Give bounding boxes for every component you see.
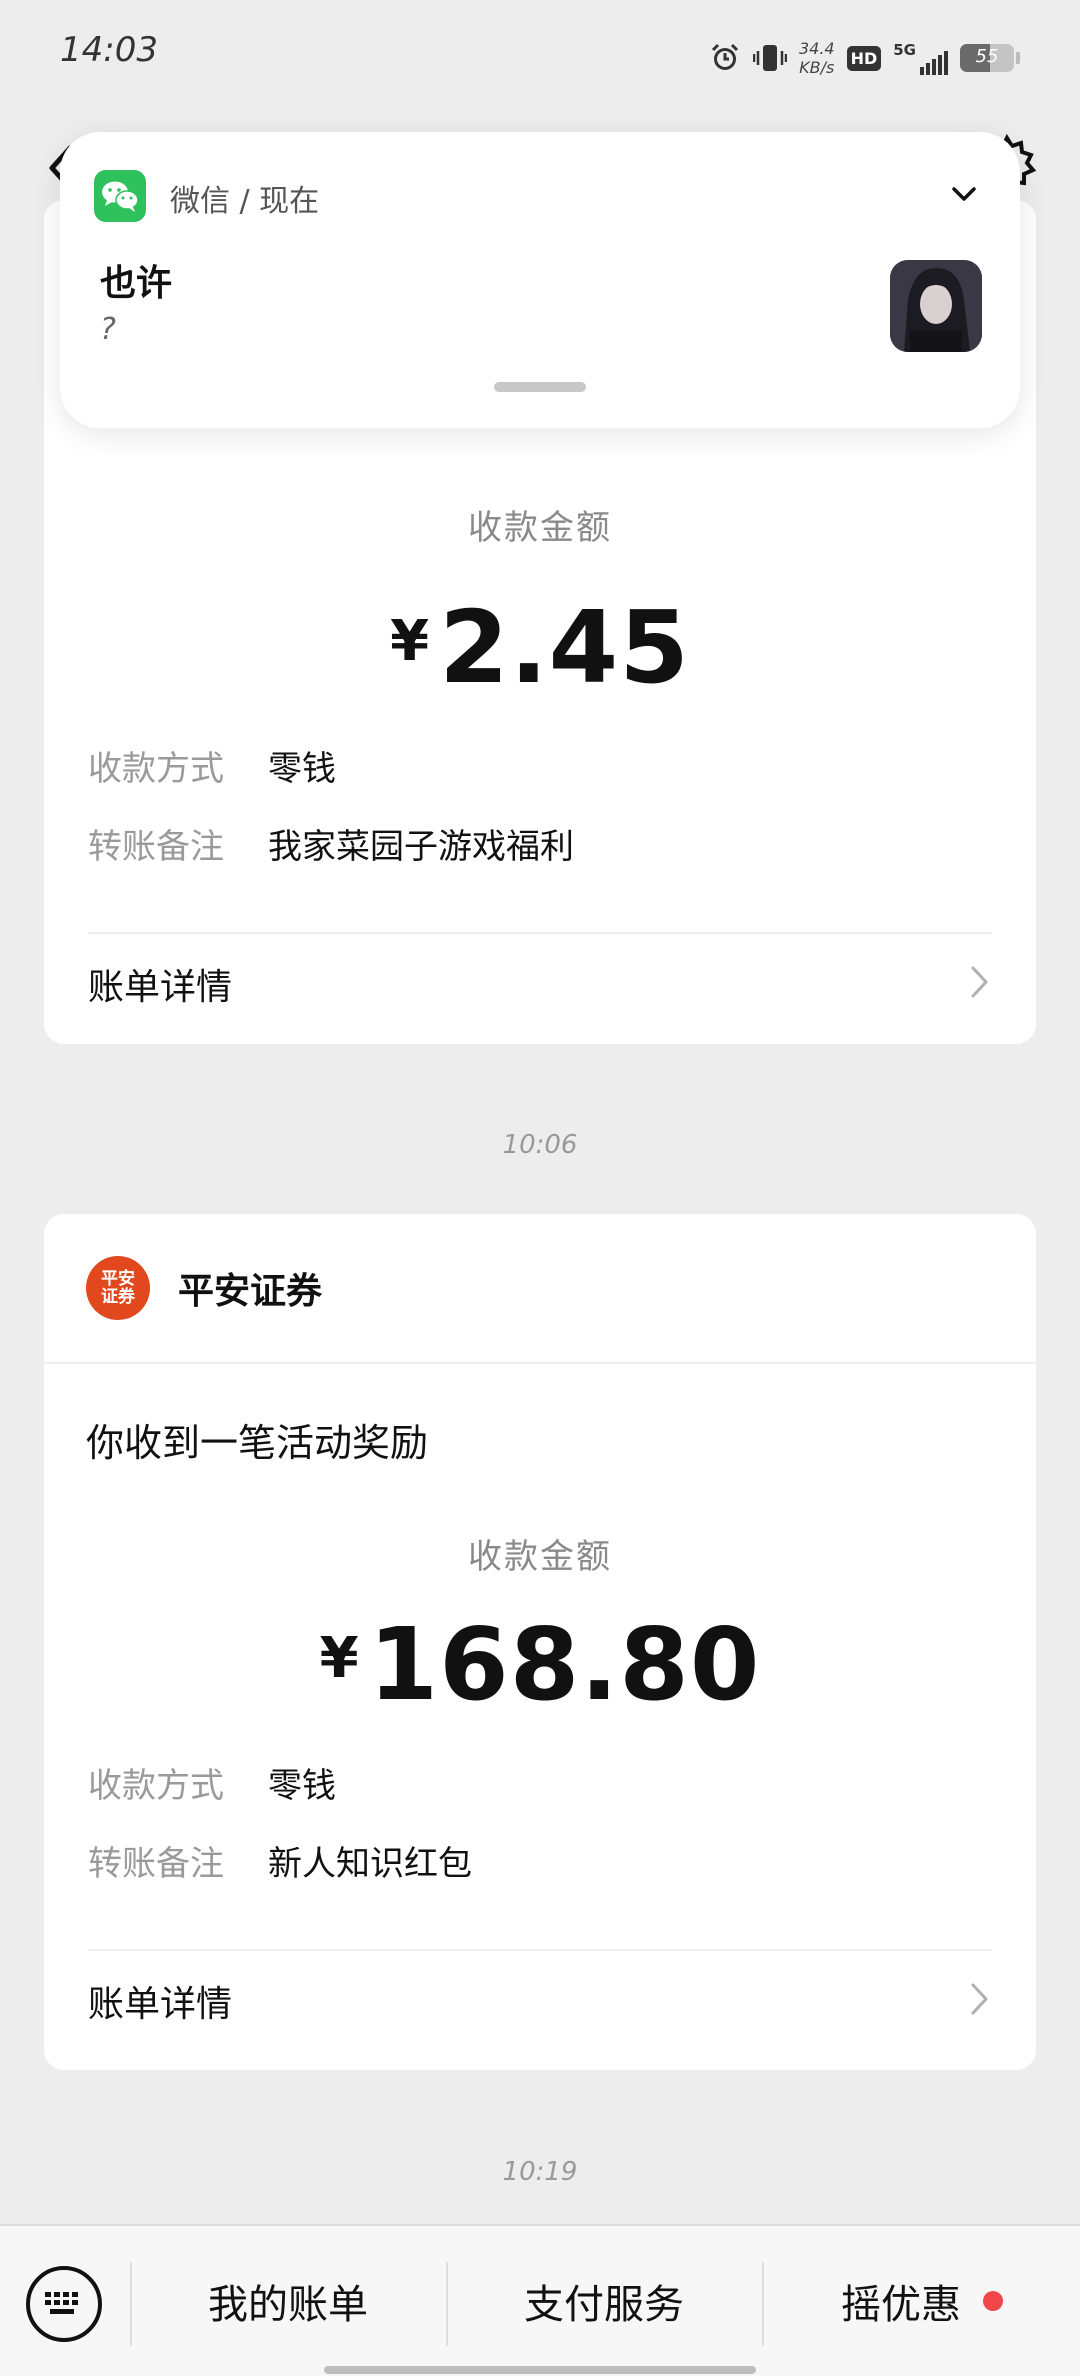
- chevron-right-icon: [968, 1979, 992, 2023]
- status-time: 14:03: [60, 30, 158, 70]
- status-icons: 34.4 KB/s HD 5G 55: [709, 36, 1020, 80]
- tab-my-bills-label: 我的账单: [208, 2282, 368, 2328]
- tab-my-bills[interactable]: 我的账单: [132, 2226, 444, 2376]
- card-subtitle: 你收到一笔活动奖励: [86, 1421, 429, 1465]
- signal-icon: 5G: [893, 41, 948, 75]
- merchant-logo-line2: 证券: [101, 1287, 135, 1307]
- home-indicator[interactable]: [324, 2366, 756, 2374]
- remark-row: 转账备注 新人知识红包: [44, 1821, 1036, 1899]
- status-bar: 14:03 34.4 KB/s HD 5G 55: [0, 0, 1080, 110]
- chevron-down-icon[interactable]: [946, 176, 982, 212]
- vibrate-icon: [752, 41, 787, 75]
- bill-detail-row[interactable]: 账单详情: [44, 934, 1036, 1034]
- hd-badge: HD: [846, 45, 882, 71]
- remark-value: 我家菜园子游戏福利: [268, 826, 574, 867]
- remark-key: 转账备注: [88, 1843, 224, 1884]
- tab-shake-deals[interactable]: 摇优惠: [764, 2226, 1080, 2376]
- network-speed-unit: KB/s: [799, 58, 835, 77]
- payment-method-row: 收款方式 零钱: [44, 1743, 1036, 1821]
- amount: ¥ 2.45: [44, 589, 1036, 706]
- message-notification[interactable]: 微信 / 现在 也许 ?: [60, 132, 1020, 428]
- network-speed-value: 34.4: [798, 39, 835, 58]
- drag-handle[interactable]: [494, 382, 586, 392]
- bottom-bar: 我的账单 支付服务 摇优惠: [0, 2224, 1080, 2376]
- tab-payment-services-label: 支付服务: [524, 2282, 684, 2328]
- tab-payment-services[interactable]: 支付服务: [448, 2226, 760, 2376]
- merchant-name[interactable]: 平安证券: [178, 1262, 322, 1314]
- bill-detail-label: 账单详情: [88, 967, 233, 1008]
- currency-symbol: ¥: [390, 609, 430, 674]
- battery-icon: 55: [960, 44, 1014, 72]
- notification-app-name: 微信 / 现在: [170, 184, 320, 219]
- tab-shake-deals-label: 摇优惠: [841, 2282, 961, 2328]
- payment-method-key: 收款方式: [88, 748, 224, 789]
- remark-value: 新人知识红包: [268, 1843, 472, 1884]
- currency-symbol: ¥: [319, 1626, 359, 1691]
- network-speed: 34.4 KB/s: [799, 39, 835, 77]
- amount-label: 收款金额: [468, 1537, 612, 1577]
- remark-row: 转账备注 我家菜园子游戏福利: [44, 804, 1036, 882]
- time-label: 10:06: [502, 1130, 578, 1160]
- bill-detail-label: 账单详情: [88, 1984, 233, 2025]
- amount: ¥ 168.80: [44, 1606, 1036, 1723]
- alarm-icon: [709, 42, 741, 74]
- wechat-icon: [94, 170, 146, 222]
- payment-method-row: 收款方式 零钱: [44, 726, 1036, 804]
- payment-method-value: 零钱: [268, 1765, 336, 1806]
- notification-sender: 也许: [100, 263, 173, 304]
- time-label: 10:19: [502, 2157, 578, 2187]
- bill-detail-row[interactable]: 账单详情: [44, 1951, 1036, 2051]
- battery-level: 55: [975, 46, 999, 67]
- battery-cap: [1016, 52, 1020, 64]
- amount-value: 168.80: [368, 1606, 761, 1723]
- payment-method-key: 收款方式: [88, 1765, 224, 1806]
- merchant-logo-line1: 平安: [101, 1269, 135, 1289]
- card-header: 平安 证券 平安证券: [44, 1214, 1036, 1364]
- remark-key: 转账备注: [88, 826, 224, 867]
- transaction-card: 平安 证券 平安证券 你收到一笔活动奖励 收款金额 ¥ 168.80 收款方式 …: [44, 1214, 1036, 2070]
- network-type: 5G: [893, 41, 916, 59]
- amount-value: 2.45: [439, 589, 690, 706]
- notification-dot: [983, 2291, 1003, 2311]
- avatar: [890, 260, 982, 352]
- amount-label: 收款金额: [468, 508, 612, 548]
- payment-method-value: 零钱: [268, 748, 336, 789]
- chevron-right-icon: [968, 962, 992, 1006]
- merchant-logo[interactable]: 平安 证券: [86, 1256, 150, 1320]
- notification-message: ?: [100, 312, 116, 347]
- keyboard-icon[interactable]: [26, 2266, 102, 2342]
